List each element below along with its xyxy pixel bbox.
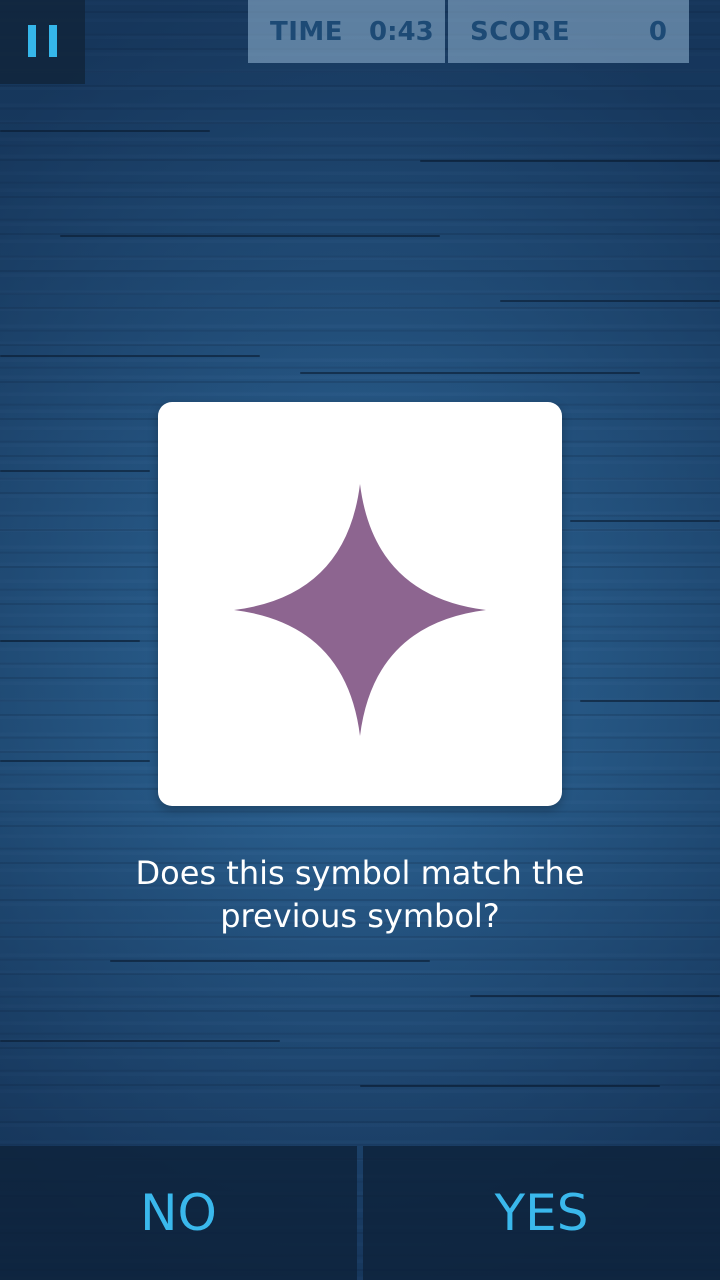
pause-button[interactable] (0, 0, 85, 84)
question-line-2: previous symbol? (220, 897, 500, 935)
score-value: 0 (648, 16, 667, 47)
time-value: 0:43 (369, 16, 434, 47)
question-line-1: Does this symbol match the (135, 854, 585, 892)
score-display: SCORE 0 (448, 0, 689, 63)
yes-button[interactable]: YES (363, 1146, 720, 1280)
four-point-star-icon (234, 484, 486, 736)
question-text: Does this symbol match the previous symb… (60, 852, 660, 938)
no-button-label: NO (140, 1184, 217, 1242)
time-display: TIME 0:43 (248, 0, 445, 63)
yes-button-label: YES (494, 1184, 589, 1242)
symbol-card (158, 402, 562, 806)
time-label: TIME (270, 16, 344, 47)
no-button[interactable]: NO (0, 1146, 357, 1280)
hud-bar: TIME 0:43 SCORE 0 (248, 0, 689, 63)
score-label: SCORE (470, 16, 571, 47)
